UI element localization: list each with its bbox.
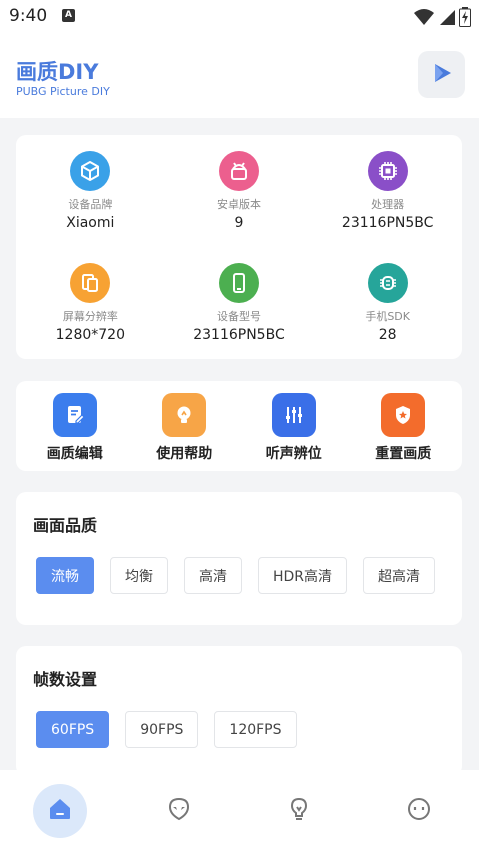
action-quality-edit[interactable]: 画质编辑 xyxy=(25,381,125,463)
lightbulb-icon xyxy=(162,393,207,437)
launch-game-button[interactable] xyxy=(418,51,465,98)
play-icon xyxy=(431,62,453,88)
phone-icon xyxy=(218,263,259,303)
fps-option-60[interactable]: 60FPS xyxy=(36,711,110,748)
fps-options: 60FPS 90FPS 120FPS xyxy=(36,711,297,748)
equalizer-icon xyxy=(271,393,316,437)
battery-icon xyxy=(459,7,471,31)
info-device-model: 设备型号 23116PN5BC xyxy=(165,247,314,359)
info-value: 28 xyxy=(378,327,397,343)
nav-home[interactable] xyxy=(33,784,87,838)
info-value: 23116PN5BC xyxy=(341,215,434,231)
cpu-icon xyxy=(367,151,408,191)
info-value: 9 xyxy=(234,215,244,231)
info-android-version: 安卓版本 9 xyxy=(165,135,314,247)
chip-icon xyxy=(367,263,408,303)
fps-card: 帧数设置 60FPS 90FPS 120FPS xyxy=(16,646,462,776)
quick-actions-card: 画质编辑 使用帮助 听声辨位 重置画质 xyxy=(16,381,462,471)
quality-option-hdr[interactable]: HDR高清 xyxy=(258,557,348,594)
action-reset-quality[interactable]: 重置画质 xyxy=(353,381,453,463)
action-label: 听声辨位 xyxy=(265,446,322,462)
quality-title: 画面品质 xyxy=(33,516,98,535)
action-label: 重置画质 xyxy=(375,446,432,462)
status-icons xyxy=(413,7,471,31)
nav-help[interactable] xyxy=(272,784,326,838)
device-info-card: 设备品牌 Xiaomi 安卓版本 9 处理器 23116PN5BC 屏幕分辨率 … xyxy=(16,135,462,359)
fps-option-90[interactable]: 90FPS xyxy=(125,711,199,748)
quality-option-smooth[interactable]: 流畅 xyxy=(36,557,94,594)
notification-badge: A xyxy=(62,9,75,22)
quality-option-hd[interactable]: 高清 xyxy=(184,557,242,594)
home-icon xyxy=(47,796,73,826)
info-label: 手机SDK xyxy=(365,310,410,323)
info-value: 23116PN5BC xyxy=(193,327,285,343)
app-header: 画质DIY PUBG Picture DIY xyxy=(0,34,479,118)
action-label: 画质编辑 xyxy=(46,446,103,462)
bottom-nav xyxy=(0,770,479,851)
quality-options: 流畅 均衡 高清 HDR高清 超高清 xyxy=(36,557,436,594)
action-help[interactable]: 使用帮助 xyxy=(134,381,234,463)
info-label: 设备型号 xyxy=(216,310,261,323)
info-label: 处理器 xyxy=(371,198,405,211)
alien-icon xyxy=(166,796,192,826)
cube-icon xyxy=(70,151,111,191)
app-subtitle: PUBG Picture DIY xyxy=(16,85,110,98)
screens-icon xyxy=(70,263,111,303)
nav-alien[interactable] xyxy=(152,784,206,838)
info-phone-sdk: 手机SDK 28 xyxy=(313,247,462,359)
info-device-brand: 设备品牌 Xiaomi xyxy=(16,135,165,247)
android-icon xyxy=(218,151,259,191)
lightbulb-icon xyxy=(286,796,312,826)
action-sound-locate[interactable]: 听声辨位 xyxy=(244,381,344,463)
action-label: 使用帮助 xyxy=(156,446,213,462)
info-label: 安卓版本 xyxy=(216,198,261,211)
status-bar: 9:40 A xyxy=(0,0,479,34)
quality-card: 画面品质 流畅 均衡 高清 HDR高清 超高清 xyxy=(16,492,462,625)
info-label: 设备品牌 xyxy=(68,198,113,211)
quality-option-balanced[interactable]: 均衡 xyxy=(110,557,168,594)
face-icon xyxy=(406,796,432,826)
info-screen-resolution: 屏幕分辨率 1280*720 xyxy=(16,247,165,359)
wifi-icon xyxy=(413,8,435,30)
signal-icon xyxy=(438,8,456,30)
status-time: 9:40 xyxy=(9,6,48,26)
edit-doc-icon xyxy=(52,393,97,437)
shield-icon xyxy=(381,393,426,437)
info-value: 1280*720 xyxy=(55,327,125,343)
info-value: Xiaomi xyxy=(66,215,115,231)
info-processor: 处理器 23116PN5BC xyxy=(313,135,462,247)
app-title: 画质DIY xyxy=(16,60,99,84)
quality-option-ultra-hd[interactable]: 超高清 xyxy=(363,557,436,594)
fps-title: 帧数设置 xyxy=(33,670,98,689)
fps-option-120[interactable]: 120FPS xyxy=(214,711,297,748)
info-label: 屏幕分辨率 xyxy=(62,310,118,323)
nav-profile[interactable] xyxy=(392,784,446,838)
